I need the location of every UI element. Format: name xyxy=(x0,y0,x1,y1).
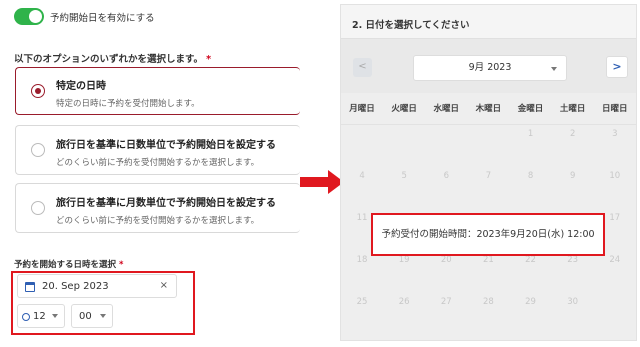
calendar-day xyxy=(383,126,425,168)
calendar-day xyxy=(594,294,636,336)
option-days-before[interactable]: 旅行日を基準に日数単位で予約開始日を設定する どのくらい前に予約を受付開始するか… xyxy=(15,125,300,175)
minute-value: 00 xyxy=(79,311,92,322)
start-date-value: 20. Sep 2023 xyxy=(42,281,109,292)
calendar-day[interactable]: 21 xyxy=(467,252,509,294)
calendar-week-row: 123 xyxy=(341,126,636,168)
calendar-day[interactable]: 1 xyxy=(510,126,552,168)
chevron-down-icon xyxy=(100,314,106,318)
clear-date-button[interactable]: × xyxy=(160,280,168,291)
start-time-row: 12 00 xyxy=(17,304,113,328)
weekday-label: 月曜日 xyxy=(349,104,375,114)
weekday-label: 火曜日 xyxy=(391,104,417,114)
calendar-day[interactable]: 5 xyxy=(383,168,425,210)
start-datetime-label: 予約を開始する日時を選択 * xyxy=(14,260,124,270)
radio-icon[interactable] xyxy=(31,143,45,157)
calendar-day[interactable]: 30 xyxy=(552,294,594,336)
calendar-day xyxy=(467,126,509,168)
radio-selected-icon[interactable] xyxy=(31,84,45,98)
chevron-down-icon xyxy=(551,67,557,71)
booking-start-time-popup: 予約受付の開始時間：2023年9月20日(水) 12:00 xyxy=(371,213,605,256)
calendar-day[interactable]: 3 xyxy=(594,126,636,168)
weekday-label: 土曜日 xyxy=(559,104,586,114)
calendar-day[interactable]: 29 xyxy=(510,294,552,336)
calendar-week-row: 18 19 20 21 22 23 24 xyxy=(341,252,636,294)
calendar-day[interactable]: 22 xyxy=(510,252,552,294)
weekday-label: 水曜日 xyxy=(433,104,460,114)
page: 予約開始日を有効にする 以下のオプションのいずれかを選択します。 * 特定の日時 … xyxy=(0,0,640,347)
date-picker-panel: 2. 日付を選択してください < 9月 2023 > 月曜日 火曜日 水曜日 木… xyxy=(340,4,637,341)
weekday-label: 日曜日 xyxy=(602,104,628,114)
option-months-before[interactable]: 旅行日を基準に月数単位で予約開始日を設定する どのくらい前に予約を受付開始するか… xyxy=(15,183,300,233)
option-description: 特定の日時に予約を受付開始します。 xyxy=(56,99,200,109)
calendar-day[interactable]: 25 xyxy=(341,294,383,336)
hour-select[interactable]: 12 xyxy=(17,304,65,328)
enable-start-date-label: 予約開始日を有効にする xyxy=(50,12,155,24)
options-title: 以下のオプションのいずれかを選択します。 * xyxy=(14,54,212,65)
calendar-day[interactable]: 18 xyxy=(341,252,383,294)
calendar-day[interactable]: 28 xyxy=(467,294,509,336)
radio-icon[interactable] xyxy=(31,201,45,215)
next-month-button[interactable]: > xyxy=(606,56,628,78)
start-date-input[interactable]: 20. Sep 2023 × xyxy=(17,274,177,298)
calendar-day[interactable]: 9 xyxy=(552,168,594,210)
calendar-day[interactable]: 20 xyxy=(425,252,467,294)
option-specific-datetime[interactable]: 特定の日時 特定の日時に予約を受付開始します。 xyxy=(15,67,300,115)
calendar-day[interactable]: 8 xyxy=(510,168,552,210)
month-select[interactable]: 9月 2023 xyxy=(413,55,567,81)
calendar-day[interactable]: 24 xyxy=(594,252,636,294)
clock-icon xyxy=(22,313,30,321)
minute-select[interactable]: 00 xyxy=(71,304,113,328)
calendar-day[interactable]: 27 xyxy=(425,294,467,336)
month-value: 9月 2023 xyxy=(468,62,512,73)
prev-month-button[interactable]: < xyxy=(353,58,372,77)
calendar-day[interactable]: 2 xyxy=(552,126,594,168)
calendar-icon xyxy=(25,282,35,292)
calendar-day xyxy=(341,126,383,168)
option-description: どのくらい前に予約を受付開始するかを選択します。 xyxy=(56,216,260,226)
calendar-week-row: 4 5 6 7 8 9 10 xyxy=(341,168,636,210)
option-description: どのくらい前に予約を受付開始するかを選択します。 xyxy=(56,158,260,168)
option-title: 旅行日を基準に月数単位で予約開始日を設定する xyxy=(56,198,276,209)
month-nav: < 9月 2023 > xyxy=(341,39,636,93)
calendar-day[interactable]: 6 xyxy=(425,168,467,210)
panel-header: 2. 日付を選択してください xyxy=(341,5,636,39)
calendar-week-row: 25 26 27 28 29 30 xyxy=(341,294,636,336)
required-mark: * xyxy=(119,260,124,270)
calendar-day[interactable]: 4 xyxy=(341,168,383,210)
calendar-day[interactable]: 26 xyxy=(383,294,425,336)
calendar-day xyxy=(425,126,467,168)
weekday-label: 木曜日 xyxy=(475,104,502,114)
calendar-day[interactable]: 19 xyxy=(383,252,425,294)
arrow-right-icon xyxy=(300,177,330,187)
weekday-label: 金曜日 xyxy=(517,104,544,114)
required-mark: * xyxy=(206,54,212,65)
chevron-down-icon xyxy=(52,314,58,318)
option-title: 特定の日時 xyxy=(56,81,106,92)
hour-value: 12 xyxy=(33,311,46,322)
enable-start-date-row: 予約開始日を有効にする xyxy=(14,8,155,25)
enable-start-date-toggle[interactable] xyxy=(14,8,44,25)
calendar-day[interactable]: 10 xyxy=(594,168,636,210)
option-title: 旅行日を基準に日数単位で予約開始日を設定する xyxy=(56,140,276,151)
weekday-header: 月曜日 火曜日 水曜日 木曜日 金曜日 土曜日 日曜日 xyxy=(341,93,636,125)
calendar-day[interactable]: 23 xyxy=(552,252,594,294)
calendar-day[interactable]: 7 xyxy=(467,168,509,210)
